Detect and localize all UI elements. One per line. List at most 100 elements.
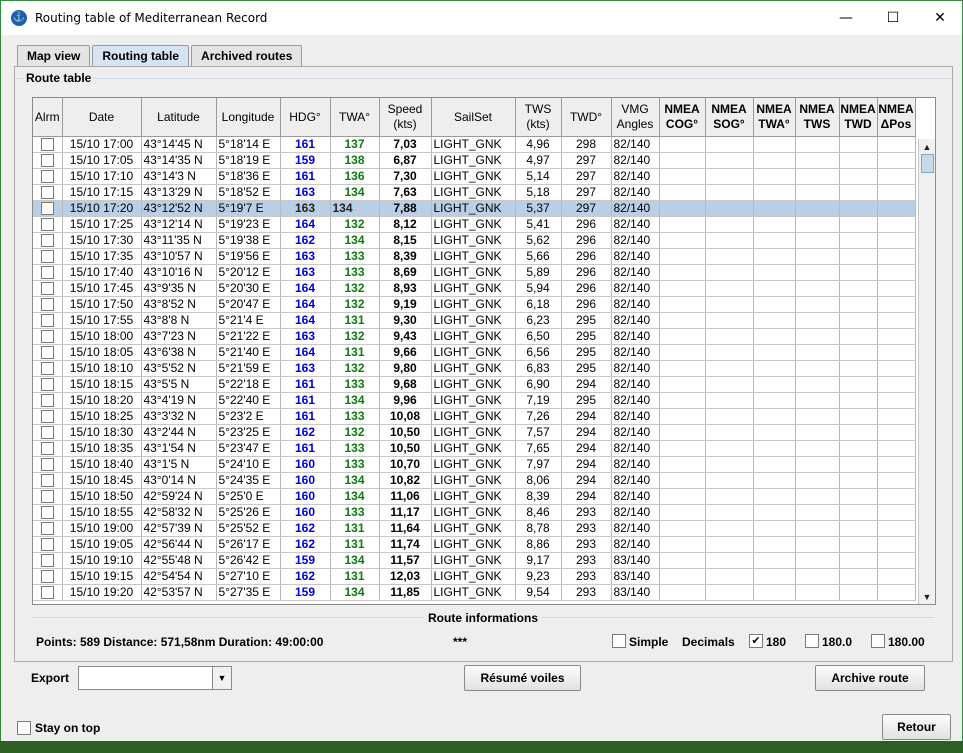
cell-tws: 6,90 xyxy=(515,376,562,393)
alarm-checkbox[interactable] xyxy=(40,186,54,200)
column-header[interactable]: VMG Angles xyxy=(611,98,660,137)
alarm-checkbox[interactable] xyxy=(40,506,54,520)
scroll-up-icon[interactable]: ▲ xyxy=(919,139,935,154)
table-row[interactable]: 15/10 17:35 43°10'57 N 5°19'56 E 163 133 8,39… xyxy=(33,248,916,265)
column-header[interactable]: Date xyxy=(62,98,142,137)
alarm-checkbox[interactable] xyxy=(40,138,54,152)
alarm-checkbox[interactable] xyxy=(40,298,54,312)
table-row[interactable]: 15/10 18:50 42°59'24 N 5°25'0 E 160 134 11,06… xyxy=(33,488,916,505)
table-row[interactable]: 15/10 17:20 43°12'52 N 5°19'7 E 163 134 7,88 L… xyxy=(33,200,916,217)
minimize-button[interactable]: — xyxy=(823,1,869,35)
simple-checkbox[interactable] xyxy=(612,634,626,648)
alarm-checkbox[interactable] xyxy=(40,426,54,440)
alarm-checkbox[interactable] xyxy=(40,218,54,232)
column-header[interactable]: Longitude xyxy=(216,98,281,137)
alarm-checkbox[interactable] xyxy=(40,202,54,216)
chevron-down-icon[interactable]: ▼ xyxy=(212,667,231,689)
table-row[interactable]: 15/10 18:20 43°4'19 N 5°22'40 E 161 134 9,96 L… xyxy=(33,392,916,409)
table-row[interactable]: 15/10 17:00 43°14'45 N 5°18'14 E 161 137 7,03… xyxy=(33,136,916,153)
table-row[interactable]: 15/10 18:25 43°3'32 N 5°23'2 E 161 133 10,08 L… xyxy=(33,408,916,425)
table-row[interactable]: 15/10 18:35 43°1'54 N 5°23'47 E 161 133 10,50… xyxy=(33,440,916,457)
table-row[interactable]: 15/10 17:25 43°12'14 N 5°19'23 E 164 132 8,12… xyxy=(33,216,916,233)
table-row[interactable]: 15/10 18:05 43°6'38 N 5°21'40 E 164 131 9,66 L… xyxy=(33,344,916,361)
alarm-checkbox[interactable] xyxy=(40,490,54,504)
column-header[interactable]: Speed (kts) xyxy=(379,98,432,137)
table-row[interactable]: 15/10 18:10 43°5'52 N 5°21'59 E 163 132 9,80 L… xyxy=(33,360,916,377)
column-header[interactable]: NMEA COG° xyxy=(659,98,706,137)
table-row[interactable]: 15/10 17:55 43°8'8 N 5°21'4 E 164 131 9,30 LIG… xyxy=(33,312,916,329)
table-row[interactable]: 15/10 17:45 43°9'35 N 5°20'30 E 164 132 8,93 L… xyxy=(33,280,916,297)
table-row[interactable]: 15/10 17:10 43°14'3 N 5°18'36 E 161 136 7,30 L… xyxy=(33,168,916,185)
table-row[interactable]: 15/10 17:40 43°10'16 N 5°20'12 E 163 133 8,69… xyxy=(33,264,916,281)
cell-twd: 295 xyxy=(561,392,612,409)
column-header[interactable]: NMEA SOG° xyxy=(705,98,754,137)
table-row[interactable]: 15/10 19:15 42°54'54 N 5°27'10 E 162 131 12,0… xyxy=(33,568,916,585)
column-header[interactable]: TWS (kts) xyxy=(515,98,562,137)
archive-route-button[interactable]: Archive route xyxy=(815,665,925,691)
column-header[interactable]: Latitude xyxy=(141,98,217,137)
table-row[interactable]: 15/10 18:00 43°7'23 N 5°21'22 E 163 132 9,43 L… xyxy=(33,328,916,345)
alarm-checkbox[interactable] xyxy=(40,314,54,328)
alarm-checkbox[interactable] xyxy=(40,330,54,344)
table-row[interactable]: 15/10 18:55 42°58'32 N 5°25'26 E 160 133 11,1… xyxy=(33,504,916,521)
table-row[interactable]: 15/10 19:20 42°53'57 N 5°27'35 E 159 134 11,8… xyxy=(33,584,916,601)
tab-map-view[interactable]: Map view xyxy=(17,45,91,67)
column-header[interactable]: NMEA TWS xyxy=(795,98,840,137)
alarm-checkbox[interactable] xyxy=(40,170,54,184)
alarm-checkbox[interactable] xyxy=(40,570,54,584)
alarm-checkbox[interactable] xyxy=(40,586,54,600)
alarm-checkbox[interactable] xyxy=(40,442,54,456)
column-header[interactable]: NMEA TWA° xyxy=(753,98,796,137)
alarm-checkbox[interactable] xyxy=(40,522,54,536)
table-row[interactable]: 15/10 19:00 42°57'39 N 5°25'52 E 162 131 11,6… xyxy=(33,520,916,537)
tab-routing-table[interactable]: Routing table xyxy=(92,45,190,67)
alarm-checkbox[interactable] xyxy=(40,458,54,472)
decimals-180-00-checkbox[interactable] xyxy=(871,634,885,648)
column-header-label: NMEA xyxy=(756,102,792,116)
table-row[interactable]: 15/10 17:15 43°13'29 N 5°18'52 E 163 134 7,63… xyxy=(33,184,916,201)
column-header[interactable]: TWD° xyxy=(561,98,612,137)
scroll-thumb[interactable] xyxy=(921,154,934,173)
table-row[interactable]: 15/10 18:45 43°0'14 N 5°24'35 E 160 134 10,82… xyxy=(33,472,916,489)
table-row[interactable]: 15/10 18:30 43°2'44 N 5°23'25 E 162 132 10,50… xyxy=(33,424,916,441)
table-row[interactable]: 15/10 19:05 42°56'44 N 5°26'17 E 162 131 11,7… xyxy=(33,536,916,553)
alarm-checkbox[interactable] xyxy=(40,266,54,280)
export-combobox[interactable]: ▼ xyxy=(78,666,232,690)
column-header[interactable]: SailSet xyxy=(431,98,516,137)
alarm-checkbox[interactable] xyxy=(40,282,54,296)
alarm-checkbox[interactable] xyxy=(40,234,54,248)
maximize-button[interactable]: ☐ xyxy=(870,1,916,35)
alarm-checkbox[interactable] xyxy=(40,554,54,568)
table-row[interactable]: 15/10 18:15 43°5'5 N 5°22'18 E 161 133 9,68 LI… xyxy=(33,376,916,393)
alarm-checkbox[interactable] xyxy=(40,538,54,552)
column-header[interactable]: Alrm xyxy=(33,98,63,137)
vertical-scrollbar[interactable]: ▲ ▼ xyxy=(918,139,935,604)
column-header[interactable]: NMEA TWD xyxy=(839,98,878,137)
table-row[interactable]: 15/10 17:30 43°11'35 N 5°19'38 E 162 134 8,15… xyxy=(33,232,916,249)
column-header[interactable]: HDG° xyxy=(280,98,331,137)
tab-archived-routes[interactable]: Archived routes xyxy=(191,45,303,67)
table-row[interactable]: 15/10 18:40 43°1'5 N 5°24'10 E 160 133 10,70 L… xyxy=(33,456,916,473)
decimals-180-0-checkbox[interactable] xyxy=(805,634,819,648)
alarm-checkbox[interactable] xyxy=(40,410,54,424)
alarm-checkbox[interactable] xyxy=(40,378,54,392)
alarm-checkbox[interactable] xyxy=(40,154,54,168)
table-row[interactable]: 15/10 19:10 42°55'48 N 5°26'42 E 159 134 11,5… xyxy=(33,552,916,569)
alarm-checkbox[interactable] xyxy=(40,346,54,360)
close-button[interactable]: ✕ xyxy=(917,1,963,35)
table-row[interactable]: 15/10 17:50 43°8'52 N 5°20'47 E 164 132 9,19 L… xyxy=(33,296,916,313)
alarm-checkbox[interactable] xyxy=(40,362,54,376)
resume-voiles-button[interactable]: Résumé voiles xyxy=(464,665,581,691)
decimals-180-checkbox[interactable]: ✔ xyxy=(749,634,763,648)
retour-button[interactable]: Retour xyxy=(882,714,951,740)
alarm-checkbox[interactable] xyxy=(40,394,54,408)
table-row[interactable]: 15/10 17:05 43°14'35 N 5°18'19 E 159 138 6,87… xyxy=(33,152,916,169)
column-header[interactable]: NMEA ΔPos xyxy=(877,98,916,137)
route-table[interactable]: Alrm Date Latitude Longitude HDG° TWA° Speed (k… xyxy=(32,97,936,605)
column-header[interactable]: TWA° xyxy=(330,98,380,137)
alarm-checkbox[interactable] xyxy=(40,474,54,488)
stay-on-top-checkbox[interactable] xyxy=(17,721,31,735)
scroll-down-icon[interactable]: ▼ xyxy=(919,589,935,604)
cell-nmea xyxy=(877,152,916,169)
alarm-checkbox[interactable] xyxy=(40,250,54,264)
